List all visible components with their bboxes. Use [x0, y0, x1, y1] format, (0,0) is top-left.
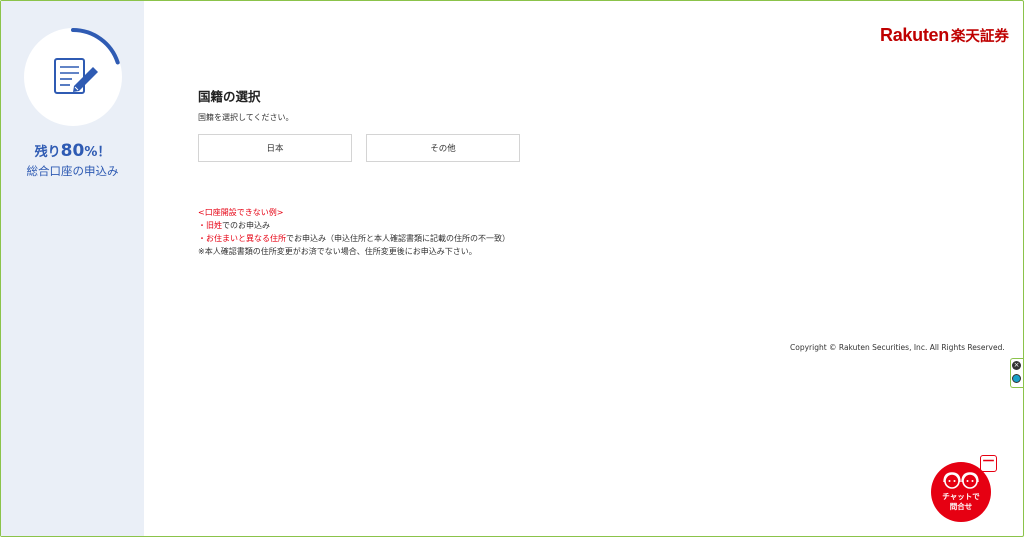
chat-label: チャットで 問合せ [931, 492, 991, 512]
logo-jp-text: 楽天証券 [950, 29, 1009, 45]
close-icon[interactable]: × [1012, 361, 1021, 370]
notice-note: ※本人確認書類の住所変更がお済でない場合、住所変更後にお申込み下さい。 [198, 247, 477, 256]
notice-block: <口座開設できない例> ・旧姓でのお申込み ・お住まいと異なる住所でお申込み（申… [198, 206, 523, 258]
page-title: 国籍の選択 [198, 89, 261, 104]
chat-inquiry-button[interactable]: チャットで 問合せ [931, 462, 991, 522]
remain-suffix: %！ [84, 145, 111, 160]
chat-label-line1: チャットで [942, 492, 980, 501]
progress-sidebar: 残り80%！ 総合口座の申込み [1, 1, 144, 536]
rakuten-securities-logo: Rakuten 楽天証券 [880, 25, 1009, 47]
notice-item1-highlight: 旧姓 [206, 221, 222, 230]
chat-minimize-button[interactable]: － [980, 455, 997, 472]
copyright-text: Copyright © Rakuten Securities, Inc. All… [790, 343, 1005, 352]
toggle-icon[interactable] [1012, 374, 1021, 383]
notice-item1-text: でのお申込み [222, 221, 270, 230]
chat-operator-icon [943, 472, 979, 489]
progress-remaining-text: 残り80%！ [1, 141, 144, 161]
notice-item2-highlight: お住まいと異なる住所 [206, 234, 286, 243]
nationality-option-japan[interactable]: 日本 [198, 134, 352, 162]
window-frame [0, 0, 1024, 537]
chat-label-line2: 問合せ [949, 502, 973, 511]
notice-item2-bullet: ・ [198, 234, 206, 243]
notice-item-maiden-name: ・旧姓でのお申込み [198, 219, 523, 232]
notice-item1-bullet: ・ [198, 221, 206, 230]
progress-ring [24, 28, 122, 126]
notice-item-different-address: ・お住まいと異なる住所でお申込み（申込住所と本人確認書類に記載の住所の不一致） [198, 232, 523, 245]
instruction-text: 国籍を選択してください。 [198, 113, 294, 122]
notice-item2-text: でお申込み（申込住所と本人確認書類に記載の住所の不一致） [286, 234, 510, 243]
side-tools-panel: × [1010, 358, 1023, 388]
remain-value: 80 [60, 141, 85, 161]
logo-latin-text: Rakuten [880, 25, 949, 45]
nationality-option-other[interactable]: その他 [366, 134, 520, 162]
notice-heading: <口座開設できない例> [198, 208, 284, 217]
remain-prefix: 残り [34, 145, 61, 160]
application-name: 総合口座の申込み [26, 164, 119, 178]
